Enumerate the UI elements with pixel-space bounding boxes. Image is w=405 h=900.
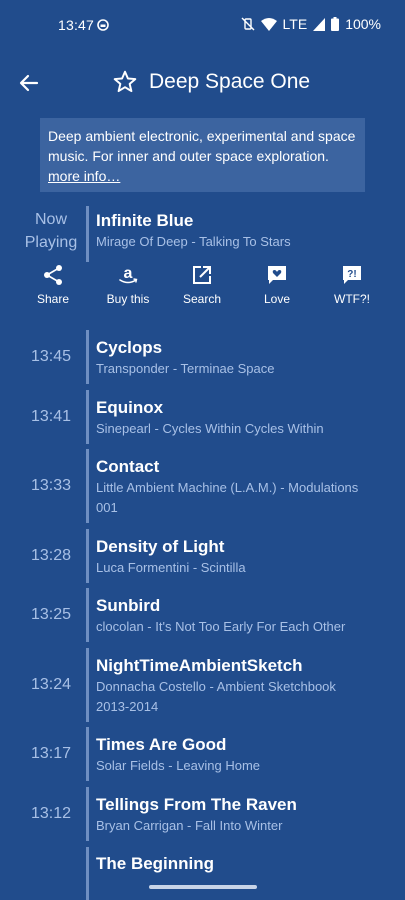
back-button[interactable] [14,68,44,98]
track-title: Times Are Good [96,735,227,754]
now-playing: Now Playing Infinite Blue Mirage Of Deep… [0,206,405,262]
battery-level: 100% [345,16,381,32]
app-bar: Deep Space One [0,60,405,106]
track-title: Tellings From The Raven [96,795,297,814]
love-message-icon [268,266,286,284]
track-title: Density of Light [96,537,225,556]
share-icon [44,265,62,285]
list-item[interactable]: 13:45 Cyclops Transponder - Terminae Spa… [0,330,405,384]
search-button[interactable]: Search [167,264,237,306]
track-time: 13:28 [30,547,72,564]
track-title: The Beginning [96,854,215,873]
list-item[interactable]: 13:12 Tellings From The Raven Bryan Carr… [0,787,405,841]
track-time: 13:24 [30,676,72,693]
wtf-label: WTF?! [334,292,370,306]
track-subtitle: Solar Fields - Leaving Home [96,758,261,773]
timeline-divider [86,727,89,781]
track-subtitle: Sinepearl - Cycles Within Cycles Within [96,421,324,436]
track-title: Cyclops [96,338,163,357]
page-title: Deep Space One [149,70,311,93]
status-icons: LTE 100% [241,16,381,32]
list-item[interactable]: The Beginning [0,847,405,900]
list-item[interactable]: 13:41 Equinox Sinepearl - Cycles Within … [0,390,405,444]
wifi-icon [260,17,277,31]
now-playing-label: Now Playing [24,211,78,251]
timeline-divider [86,847,89,900]
track-subtitle: Little Ambient Machine (L.A.M.) - Modula… [96,480,359,495]
battery-icon [331,17,340,31]
list-item[interactable]: 13:25 Sunbird clocolan - It's Not Too Ea… [0,588,405,642]
action-bar: Share a Buy this Search Love ?! WTF?! [0,264,405,314]
status-time: 13:47 [58,17,95,33]
track-subtitle: Donnacha Costello - Ambient Sketchbook [96,679,336,694]
list-item[interactable]: 13:17 Times Are Good Solar Fields - Leav… [0,727,405,781]
timeline-divider [86,787,89,841]
now-playing-title: Infinite Blue [96,211,194,230]
track-time: 13:41 [30,408,72,425]
arrow-left-icon [19,74,39,92]
network-type: LTE [282,16,308,32]
now-playing-subtitle: Mirage Of Deep - Talking To Stars [96,234,291,249]
track-subtitle: Luca Formentini - Scintilla [96,560,246,575]
wtf-button[interactable]: ?! WTF?! [317,264,387,306]
description-text: Deep ambient electronic, experimental an… [48,128,356,164]
track-time: 13:25 [30,606,72,623]
timeline-divider [86,529,89,583]
status-bar: 13:47 LTE 100% [0,0,405,50]
share-button[interactable]: Share [18,264,88,306]
buy-this-label: Buy this [106,292,150,306]
buy-this-button[interactable]: a Buy this [93,264,163,306]
amazon-icon: a [119,265,138,284]
timeline-divider [86,648,89,722]
track-title: Sunbird [96,596,161,615]
track-subtitle-line2: 2013-2014 [96,699,159,714]
track-time: 13:17 [30,745,72,762]
open-external-icon [193,266,211,284]
share-label: Share [36,292,70,306]
list-item[interactable]: 13:33 Contact Little Ambient Machine (L.… [0,449,405,523]
search-label: Search [182,292,222,306]
track-time: 13:45 [30,348,72,365]
timeline-divider [86,449,89,523]
mute-vibrate-icon [241,17,255,31]
timeline-divider [86,588,89,642]
track-subtitle: Bryan Carrigan - Fall Into Winter [96,818,283,833]
more-info-link[interactable]: more info… [48,168,120,184]
love-button[interactable]: Love [242,264,312,306]
svg-text:?!: ?! [347,269,356,280]
channel-description: Deep ambient electronic, experimental an… [40,118,365,192]
list-item[interactable]: 13:28 Density of Light Luca Formentini -… [0,529,405,583]
track-subtitle: clocolan - It's Not Too Early For Each O… [96,619,346,634]
alarm-clock-icon [97,19,109,31]
list-item[interactable]: 13:24 NightTimeAmbientSketch Donnacha Co… [0,648,405,722]
track-subtitle-line2: 001 [96,500,118,515]
timeline-divider [86,330,89,384]
wtf-message-icon: ?! [343,266,361,284]
timeline-divider [86,390,89,444]
track-subtitle: Transponder - Terminae Space [96,361,275,376]
gesture-handle[interactable] [149,885,257,889]
track-time: 13:12 [30,805,72,822]
track-title: Equinox [96,398,164,417]
track-time: 13:33 [30,477,72,494]
track-title: NightTimeAmbientSketch [96,656,303,675]
track-title: Contact [96,457,160,476]
timeline-divider [86,206,89,262]
love-label: Love [263,292,291,306]
signal-icon [313,17,326,31]
favorite-star-icon[interactable] [112,69,138,95]
svg-text:a: a [124,265,133,282]
